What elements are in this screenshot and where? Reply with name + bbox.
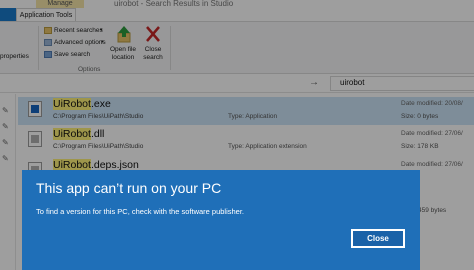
dialog-message: To find a version for this PC, check wit…	[36, 207, 245, 216]
dialog-title: This app can’t run on your PC	[36, 180, 222, 196]
app-compat-dialog: This app can’t run on your PC To find a …	[22, 170, 420, 270]
close-button[interactable]: Close	[351, 229, 405, 248]
